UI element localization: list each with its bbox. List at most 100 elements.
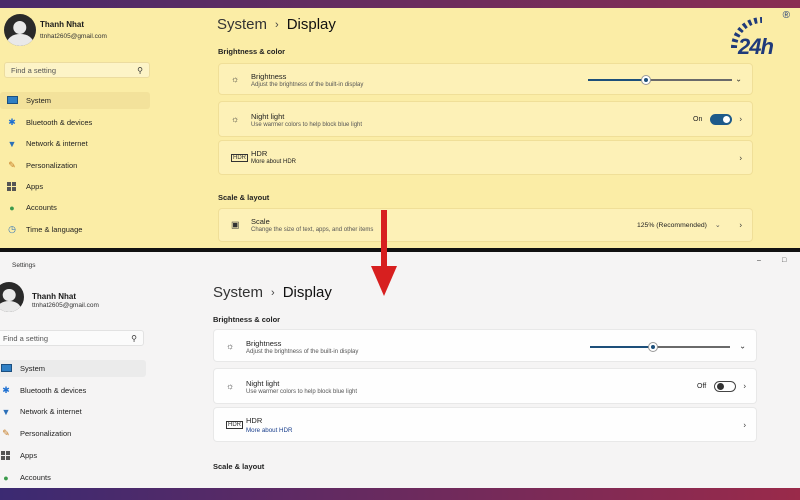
brightness-card: ☼ Brightness Adjust the brightness of th… [218, 63, 753, 95]
night-light-title: Night light [246, 379, 280, 388]
search-input[interactable]: Find a setting ⚲ [0, 330, 144, 346]
brightness-slider-thumb[interactable] [649, 343, 657, 351]
night-light-subtitle: Use warmer colors to help block blue lig… [246, 389, 358, 395]
hdr-link[interactable]: More about HDR [251, 159, 296, 165]
brightness-slider[interactable] [590, 343, 730, 351]
brightness-slider-thumb[interactable] [642, 76, 650, 84]
avatar[interactable] [4, 14, 36, 46]
sidebar-item-label: Network & internet [20, 407, 82, 416]
top-brand-bar [0, 0, 800, 8]
globe-clock-icon: ◷ [8, 224, 16, 234]
sidebar-item-label: Bluetooth & devices [26, 118, 93, 127]
maximize-icon[interactable]: □ [782, 257, 786, 264]
sidebar-item-label: Personalization [20, 429, 72, 438]
search-placeholder: Find a setting [3, 333, 49, 343]
brightness-subtitle: Adjust the brightness of the built-in di… [251, 82, 364, 88]
monitor-icon [6, 95, 18, 107]
page-title: Display [282, 284, 332, 301]
user-email: ttnhat2605@gmail.com [40, 33, 107, 40]
brightness-slider-fill [588, 79, 646, 81]
chevron-right-icon[interactable]: › [739, 221, 742, 230]
night-light-card[interactable]: ☼ Night light Use warmer colors to help … [218, 101, 753, 137]
search-input[interactable]: Find a setting ⚲ [4, 62, 150, 78]
sidebar-item-bluetooth[interactable]: ✱ Bluetooth & devices [0, 114, 150, 131]
user-name: Thanh Nhat [40, 20, 84, 29]
toggle-knob [723, 116, 730, 123]
breadcrumb-parent[interactable]: System [217, 16, 267, 33]
brightness-slider[interactable] [588, 76, 732, 84]
chevron-down-icon: ⌄ [714, 222, 721, 229]
chevron-right-icon[interactable]: › [739, 153, 742, 162]
night-light-state: Off [697, 383, 707, 390]
sidebar-item-time-language[interactable]: ◷ Time & language [0, 221, 150, 238]
sidebar-item-label: Accounts [20, 473, 51, 482]
sidebar-item-system[interactable]: System [0, 92, 150, 109]
brush-icon: ✎ [2, 428, 10, 438]
bottom-brand-bar [0, 488, 800, 500]
chevron-right-icon[interactable]: › [739, 115, 742, 124]
breadcrumb: System › Display [217, 16, 336, 33]
scale-icon: ▣ [231, 219, 240, 230]
night-light-toggle[interactable] [714, 381, 736, 392]
sidebar-item-personalization[interactable]: ✎ Personalization [0, 157, 150, 174]
sidebar-item-label: Bluetooth & devices [20, 386, 87, 395]
toggle-knob [717, 383, 724, 390]
minimize-icon[interactable]: – [757, 257, 761, 264]
chevron-down-icon[interactable]: ⌄ [739, 341, 746, 350]
brush-icon: ✎ [8, 160, 16, 170]
sidebar-item-system[interactable]: System [0, 360, 146, 377]
scale-dropdown[interactable]: 125% (Recommended) ⌄ [637, 221, 721, 230]
user-email: ttnhat2605@gmail.com [32, 302, 99, 309]
breadcrumb-separator: › [271, 286, 275, 299]
search-placeholder: Find a setting [11, 65, 57, 75]
logo-text: 24h [738, 34, 774, 59]
sidebar-item-apps[interactable]: Apps [0, 178, 150, 195]
brightness-title: Brightness [246, 339, 282, 348]
avatar[interactable] [0, 282, 24, 312]
sidebar-item-network[interactable]: ▼ Network & internet [0, 135, 150, 152]
sidebar-item-accounts[interactable]: ● Accounts [0, 199, 150, 216]
apps-icon [0, 450, 12, 462]
sidebar-item-apps[interactable]: Apps [0, 447, 146, 464]
hdr-title: HDR [246, 416, 263, 425]
monitor-icon [0, 363, 12, 375]
section-heading-brightness-color: Brightness & color [213, 315, 281, 324]
apps-icon [6, 181, 18, 193]
chevron-right-icon[interactable]: › [743, 420, 746, 429]
hdr-title: HDR [251, 149, 268, 158]
sidebar-item-personalization[interactable]: ✎ Personalization [0, 425, 146, 442]
bluetooth-icon: ✱ [2, 385, 10, 395]
sun-icon: ☼ [226, 340, 235, 351]
chevron-right-icon[interactable]: › [743, 382, 746, 391]
window-title: Settings [12, 262, 36, 269]
user-name: Thanh Nhat [32, 292, 76, 301]
night-light-title: Night light [251, 112, 285, 121]
night-light-card[interactable]: ☼ Night light Use warmer colors to help … [213, 368, 757, 404]
section-heading-brightness-color: Brightness & color [218, 47, 286, 56]
screenshot-frame: Thanh Nhat ttnhat2605@gmail.com Find a s… [0, 0, 800, 500]
night-light-icon: ☼ [231, 114, 240, 124]
scale-card: ▣ Scale Change the size of text, apps, a… [218, 208, 753, 242]
night-light-toggle[interactable] [710, 114, 732, 125]
search-icon: ⚲ [137, 65, 143, 75]
person-icon: ● [3, 472, 9, 483]
night-light-icon: ☼ [226, 381, 235, 391]
hdr-card[interactable]: HDR HDR More about HDR › [213, 407, 757, 442]
hdr-card[interactable]: HDR HDR More about HDR › [218, 140, 753, 175]
scale-value: 125% (Recommended) [637, 221, 707, 229]
night-light-state: On [693, 116, 703, 123]
sidebar-item-accounts[interactable]: ● Accounts [0, 469, 146, 486]
section-heading-scale-layout: Scale & layout [213, 462, 265, 471]
sidebar-item-label: Accounts [26, 203, 57, 212]
wifi-icon: ▼ [7, 138, 17, 149]
sidebar-item-network[interactable]: ▼ Network & internet [0, 403, 146, 420]
breadcrumb: System › Display [213, 284, 332, 301]
breadcrumb-parent[interactable]: System [213, 284, 263, 301]
search-icon: ⚲ [131, 333, 137, 343]
hdr-link[interactable]: More about HDR [246, 427, 292, 434]
section-heading-scale-layout: Scale & layout [218, 193, 270, 202]
brightness-slider-fill [590, 346, 653, 348]
sidebar-item-label: Time & language [26, 225, 83, 234]
sidebar-item-bluetooth[interactable]: ✱ Bluetooth & devices [0, 382, 146, 399]
brand-logo: 24h ® [724, 8, 794, 84]
